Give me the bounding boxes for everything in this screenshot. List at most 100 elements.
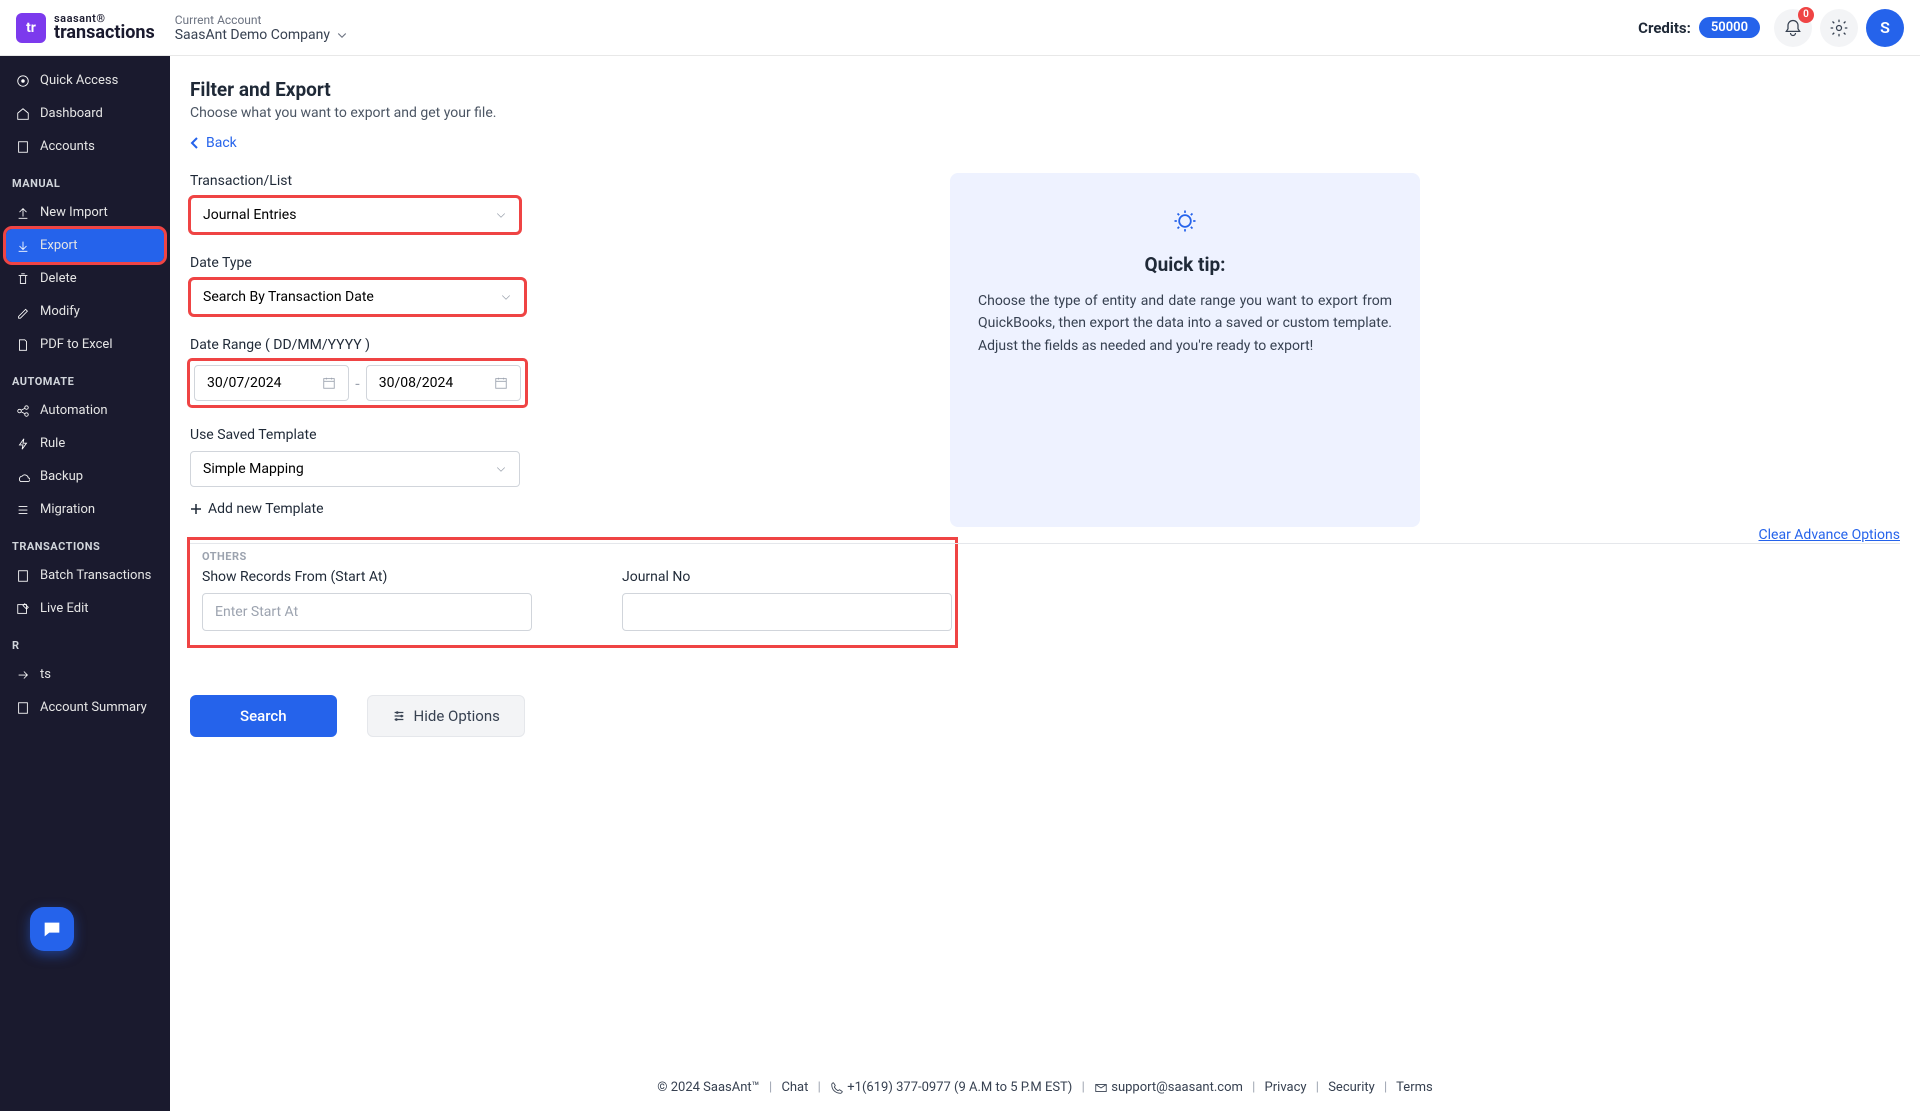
sidebar-item-automation[interactable]: Automation [0, 394, 170, 427]
sidebar-heading-automate: AUTOMATE [0, 361, 170, 394]
sidebar-item-delete[interactable]: Delete [0, 262, 170, 295]
user-avatar[interactable]: S [1866, 9, 1904, 47]
hide-options-button[interactable]: Hide Options [367, 695, 525, 737]
phone-icon [830, 1081, 844, 1095]
sidebar-item-migration[interactable]: Migration [0, 493, 170, 526]
clipboard-icon [16, 140, 30, 154]
label-date-type: Date Type [190, 255, 910, 271]
download-icon [16, 239, 30, 253]
chevron-down-icon [495, 463, 507, 475]
start-at-input[interactable] [202, 593, 532, 631]
account-name: SaasAnt Demo Company [175, 27, 330, 43]
chevron-down-icon [500, 291, 512, 303]
edit-icon [16, 602, 30, 616]
logo-badge: tr [16, 13, 46, 43]
select-template[interactable]: Simple Mapping [190, 451, 520, 487]
lightning-icon [16, 437, 30, 451]
back-label: Back [206, 135, 237, 151]
sliders-icon [392, 709, 406, 723]
notification-count: 0 [1798, 7, 1814, 23]
account-label: Current Account [175, 13, 348, 27]
gear-icon [1829, 18, 1849, 38]
target-icon [16, 74, 30, 88]
sidebar-item-label: Dashboard [40, 106, 103, 121]
label-date-range: Date Range ( DD/MM/YYYY ) [190, 337, 910, 353]
add-template-link[interactable]: Add new Template [190, 501, 324, 517]
label-journal-no: Journal No [622, 569, 952, 585]
date-from-input[interactable]: 30/07/2024 [194, 365, 349, 401]
tip-title: Quick tip: [978, 253, 1392, 276]
footer-privacy-link[interactable]: Privacy [1265, 1080, 1307, 1095]
chat-icon [41, 918, 63, 940]
sidebar-item-backup[interactable]: Backup [0, 460, 170, 493]
share-icon [16, 404, 30, 418]
select-date-type-value: Search By Transaction Date [203, 289, 374, 305]
report-icon [16, 701, 30, 715]
calendar-icon [494, 376, 508, 390]
footer-terms-link[interactable]: Terms [1396, 1080, 1433, 1095]
sidebar-item-label: Rule [40, 436, 65, 451]
cloud-download-icon [16, 470, 30, 484]
logo-bottom-text: transactions [54, 24, 155, 42]
sidebar-item-accounts[interactable]: Accounts [0, 130, 170, 163]
sidebar-item-export[interactable]: Export [6, 229, 164, 262]
sidebar-item-label: New Import [40, 205, 108, 220]
sidebar-item-label: Accounts [40, 139, 95, 154]
sidebar-item-new-import[interactable]: New Import [0, 196, 170, 229]
page-subtitle: Choose what you want to export and get y… [190, 105, 1900, 121]
sidebar-item-dashboard[interactable]: Dashboard [0, 97, 170, 130]
settings-button[interactable] [1820, 9, 1858, 47]
sidebar-item-label: Automation [40, 403, 108, 418]
label-transaction-list: Transaction/List [190, 173, 910, 189]
clear-advance-link[interactable]: Clear Advance Options [1759, 527, 1900, 543]
select-date-type[interactable]: Search By Transaction Date [190, 279, 525, 315]
plus-icon [190, 503, 202, 515]
upload-icon [16, 206, 30, 220]
search-button[interactable]: Search [190, 695, 337, 737]
credits-label: Credits: [1638, 19, 1691, 37]
journal-no-input[interactable] [622, 593, 952, 631]
date-to-input[interactable]: 30/08/2024 [366, 365, 521, 401]
footer-chat-link[interactable]: Chat [781, 1080, 808, 1095]
sidebar-item-label: Export [40, 238, 78, 253]
sidebar-item-label: Account Summary [40, 700, 147, 715]
sidebar-heading-manual: MANUAL [0, 163, 170, 196]
chat-fab[interactable] [30, 907, 74, 951]
sidebar-item-summary[interactable]: Account Summary [0, 691, 170, 724]
sidebar-item-label: Backup [40, 469, 83, 484]
sidebar-item-rule[interactable]: Rule [0, 427, 170, 460]
select-transaction[interactable]: Journal Entries [190, 197, 520, 233]
sidebar-heading-transactions: TRANSACTIONS [0, 526, 170, 559]
quick-tip-card: Quick tip: Choose the type of entity and… [950, 173, 1420, 527]
chevron-down-icon [336, 29, 348, 41]
date-separator: - [353, 374, 361, 393]
footer-security-link[interactable]: Security [1328, 1080, 1375, 1095]
sidebar-item-modify[interactable]: Modify [0, 295, 170, 328]
lightbulb-icon [1171, 207, 1199, 235]
footer-phone-link[interactable]: +1(619) 377-0977 (9 A.M to 5 P.M EST) [847, 1080, 1072, 1095]
sidebar-heading-r: R [0, 625, 170, 658]
footer-email-link[interactable]: support@saasant.com [1111, 1080, 1243, 1095]
tip-text: Choose the type of entity and date range… [978, 290, 1392, 357]
sidebar-item-batch[interactable]: Batch Transactions [0, 559, 170, 592]
sidebar-item-more[interactable]: ts [0, 658, 170, 691]
footer: © 2024 SaasAnt™ | Chat | +1(619) 377-097… [170, 1067, 1920, 1111]
date-to-value: 30/08/2024 [379, 375, 454, 391]
account-switcher[interactable]: Current Account SaasAnt Demo Company [175, 13, 348, 43]
sidebar: Quick Access Dashboard Accounts MANUAL N… [0, 56, 170, 1111]
mail-icon [1094, 1081, 1108, 1095]
add-template-label: Add new Template [208, 501, 324, 517]
divider [190, 543, 1900, 544]
back-link[interactable]: Back [190, 135, 237, 151]
notifications-button[interactable]: 0 [1774, 9, 1812, 47]
app-header: tr saasant® transactions Current Account… [0, 0, 1920, 56]
sidebar-item-label: Modify [40, 304, 80, 319]
main-panel: Filter and Export Choose what you want t… [170, 56, 1920, 1111]
page-title: Filter and Export [190, 78, 1900, 101]
sidebar-item-quick-access[interactable]: Quick Access [0, 64, 170, 97]
logo[interactable]: tr saasant® transactions [16, 13, 155, 43]
sidebar-item-live-edit[interactable]: Live Edit [0, 592, 170, 625]
date-range-group: 30/07/2024 - 30/08/2024 [190, 361, 525, 405]
footer-copyright: © 2024 SaasAnt™ [657, 1080, 760, 1095]
sidebar-item-pdf-excel[interactable]: PDF to Excel [0, 328, 170, 361]
